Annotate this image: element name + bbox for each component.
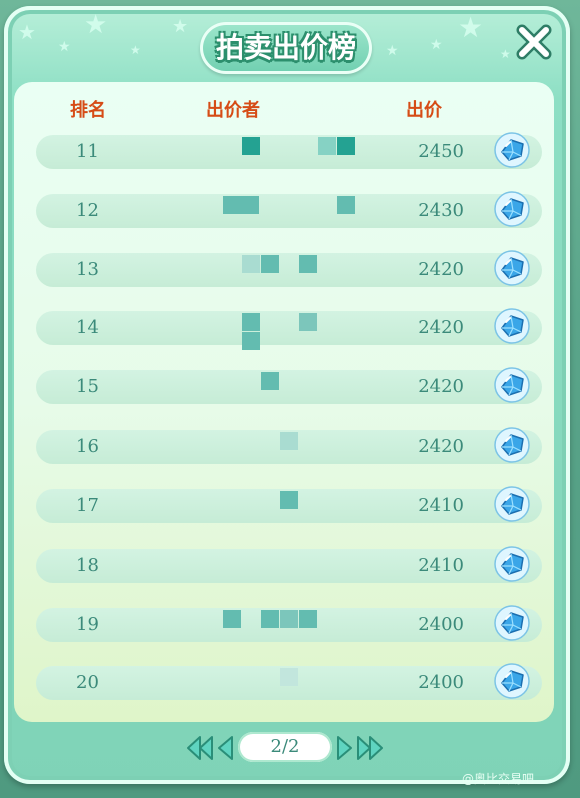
star-decoration-icon: ★ (58, 39, 71, 55)
table-row: 16 2420 (36, 427, 542, 464)
mosaic-block (261, 610, 279, 628)
star-decoration-icon: ★ (172, 16, 189, 37)
close-button[interactable] (512, 20, 556, 64)
diamond-gem-icon[interactable] (494, 367, 530, 403)
star-decoration-icon: ★ (458, 11, 484, 44)
diamond-gem-icon[interactable] (494, 605, 530, 641)
mosaic-block (223, 196, 259, 214)
bidder-name-pixelated (204, 662, 354, 704)
watermark: @奥比交易吧 (462, 772, 535, 786)
mosaic-block (280, 610, 298, 628)
bidder-name-pixelated (204, 190, 355, 232)
mosaic-block (299, 610, 317, 628)
table-row: 13 2420 (36, 250, 542, 287)
table-row: 11 2450 (36, 132, 542, 169)
mosaic-block (261, 255, 279, 273)
row-bid-amount: 2400 (418, 614, 464, 635)
mosaic-block (280, 668, 298, 686)
diamond-gem-icon[interactable] (494, 132, 530, 168)
star-decoration-icon: ★ (18, 20, 36, 44)
diamond-gem-icon[interactable] (494, 546, 530, 582)
row-rank: 20 (76, 672, 99, 693)
row-rank: 19 (76, 614, 99, 635)
bidder-name-pixelated (204, 426, 354, 468)
mosaic-block (261, 372, 279, 390)
row-rank: 17 (76, 495, 99, 516)
row-bid-amount: 2420 (418, 376, 464, 397)
row-bid-amount: 2410 (418, 495, 464, 516)
bidder-name-pixelated (204, 131, 355, 173)
row-bid-amount: 2450 (418, 141, 464, 162)
row-rank: 13 (76, 259, 99, 280)
column-header-bidder: 出价者 (206, 100, 260, 121)
row-bid-amount: 2430 (418, 200, 464, 221)
mosaic-block (242, 255, 260, 273)
bidder-name-pixelated (204, 307, 354, 350)
diamond-gem-icon[interactable] (494, 427, 530, 463)
mosaic-block (242, 137, 260, 155)
row-bid-amount: 2400 (418, 672, 464, 693)
bidder-name-pixelated (204, 604, 354, 646)
mosaic-block (299, 313, 317, 331)
next-page-icon[interactable] (336, 735, 354, 761)
row-bid-amount: 2420 (418, 317, 464, 338)
mosaic-block (318, 137, 336, 155)
star-decoration-icon: ★ (386, 43, 399, 59)
table-row: 14 2420 (36, 308, 542, 350)
dialog-title: 拍卖出价榜 (215, 31, 356, 64)
mosaic-block (280, 432, 298, 450)
diamond-gem-icon[interactable] (494, 250, 530, 286)
mosaic-block (337, 196, 355, 214)
star-decoration-icon: ★ (430, 37, 443, 53)
row-bid-amount: 2410 (418, 555, 464, 576)
row-rank: 18 (76, 555, 99, 576)
diamond-gem-icon[interactable] (494, 308, 530, 344)
last-page-icon[interactable] (356, 735, 384, 761)
mosaic-block (280, 491, 298, 509)
row-rank: 16 (76, 436, 99, 457)
bidder-name-pixelated (204, 249, 354, 291)
diamond-gem-icon[interactable] (494, 663, 530, 699)
table-row: 19 2400 (36, 605, 542, 642)
table-row: 12 2430 (36, 191, 542, 228)
row-rank: 15 (76, 376, 99, 397)
table-row: 15 2420 (36, 367, 542, 404)
bidder-name-pixelated (204, 485, 354, 527)
mosaic-block (223, 610, 241, 628)
row-rank: 11 (76, 141, 99, 162)
pagination: 2/2 (186, 732, 386, 766)
bidder-name-pixelated (204, 545, 354, 587)
page-indicator: 2/2 (238, 732, 332, 762)
bidder-name-pixelated (204, 366, 354, 408)
column-header-rank: 排名 (70, 100, 106, 121)
star-decoration-icon: ★ (84, 10, 108, 40)
close-icon (516, 24, 552, 60)
mosaic-block (299, 255, 317, 273)
prev-page-icon[interactable] (216, 735, 234, 761)
row-rank: 14 (76, 317, 99, 338)
mosaic-block (337, 137, 355, 155)
column-header-bid: 出价 (406, 100, 442, 121)
diamond-gem-icon[interactable] (494, 486, 530, 522)
table-row: 17 2410 (36, 486, 542, 523)
mosaic-block (242, 313, 260, 331)
first-page-icon[interactable] (186, 735, 214, 761)
table-row: 20 2400 (36, 663, 542, 700)
row-bid-amount: 2420 (418, 436, 464, 457)
row-bid-amount: 2420 (418, 259, 464, 280)
star-decoration-icon: ★ (500, 47, 511, 61)
mosaic-block (242, 332, 260, 350)
diamond-gem-icon[interactable] (494, 191, 530, 227)
row-rank: 12 (76, 200, 99, 221)
star-decoration-icon: ★ (130, 43, 141, 57)
table-row: 18 2410 (36, 546, 542, 583)
